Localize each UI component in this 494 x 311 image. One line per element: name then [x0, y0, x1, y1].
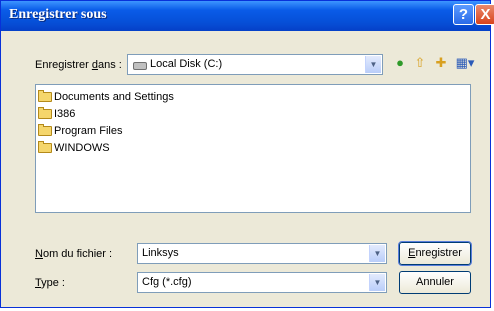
title-bar[interactable]: Enregistrer sous ? X	[1, 1, 494, 31]
list-item[interactable]: WINDOWS	[38, 141, 110, 155]
filename-value: Linksys	[142, 247, 179, 259]
file-name: Program Files	[54, 125, 123, 137]
list-item[interactable]: Documents and Settings	[38, 90, 174, 104]
chevron-down-icon[interactable]: ▼	[369, 274, 385, 291]
file-name: I386	[54, 108, 76, 120]
filetype-label: Type :	[35, 277, 65, 289]
help-button[interactable]: ?	[453, 4, 474, 25]
close-button[interactable]: X	[475, 4, 494, 25]
new-folder-icon[interactable]: ✚	[432, 54, 450, 72]
view-menu-icon[interactable]: ▦▾	[452, 54, 478, 72]
folder-icon	[38, 124, 52, 136]
file-name: WINDOWS	[54, 142, 110, 154]
save-in-value: Local Disk (C:)	[150, 58, 223, 70]
file-list[interactable]: Documents and Settings I386 Program File…	[35, 84, 471, 213]
chevron-down-icon[interactable]: ▼	[365, 56, 381, 73]
back-icon[interactable]: ●	[391, 54, 409, 72]
folder-icon	[38, 141, 52, 153]
save-in-label: Enregistrer dans :	[35, 59, 122, 71]
folder-icon	[38, 107, 52, 119]
save-button[interactable]: Enregistrer	[398, 241, 472, 266]
folder-icon	[38, 90, 52, 102]
list-item[interactable]: Program Files	[38, 124, 122, 138]
file-name: Documents and Settings	[54, 91, 174, 103]
filetype-value: Cfg (*.cfg)	[142, 276, 192, 288]
filename-label: Nom du fichier :	[35, 248, 113, 260]
list-item[interactable]: I386	[38, 107, 75, 121]
up-folder-icon[interactable]: ⇧	[411, 54, 429, 72]
drive-icon	[133, 62, 147, 70]
chevron-down-icon[interactable]: ▼	[369, 245, 385, 262]
filetype-dropdown[interactable]: Cfg (*.cfg) ▼	[137, 272, 387, 293]
filename-input[interactable]: Linksys ▼	[137, 243, 387, 264]
save-in-dropdown[interactable]: Local Disk (C:) ▼	[127, 54, 383, 75]
save-as-dialog: Enregistrer sous ? X Enregistrer dans : …	[0, 0, 494, 308]
cancel-button[interactable]: Annuler	[399, 271, 471, 294]
dialog-title: Enregistrer sous	[9, 7, 107, 22]
